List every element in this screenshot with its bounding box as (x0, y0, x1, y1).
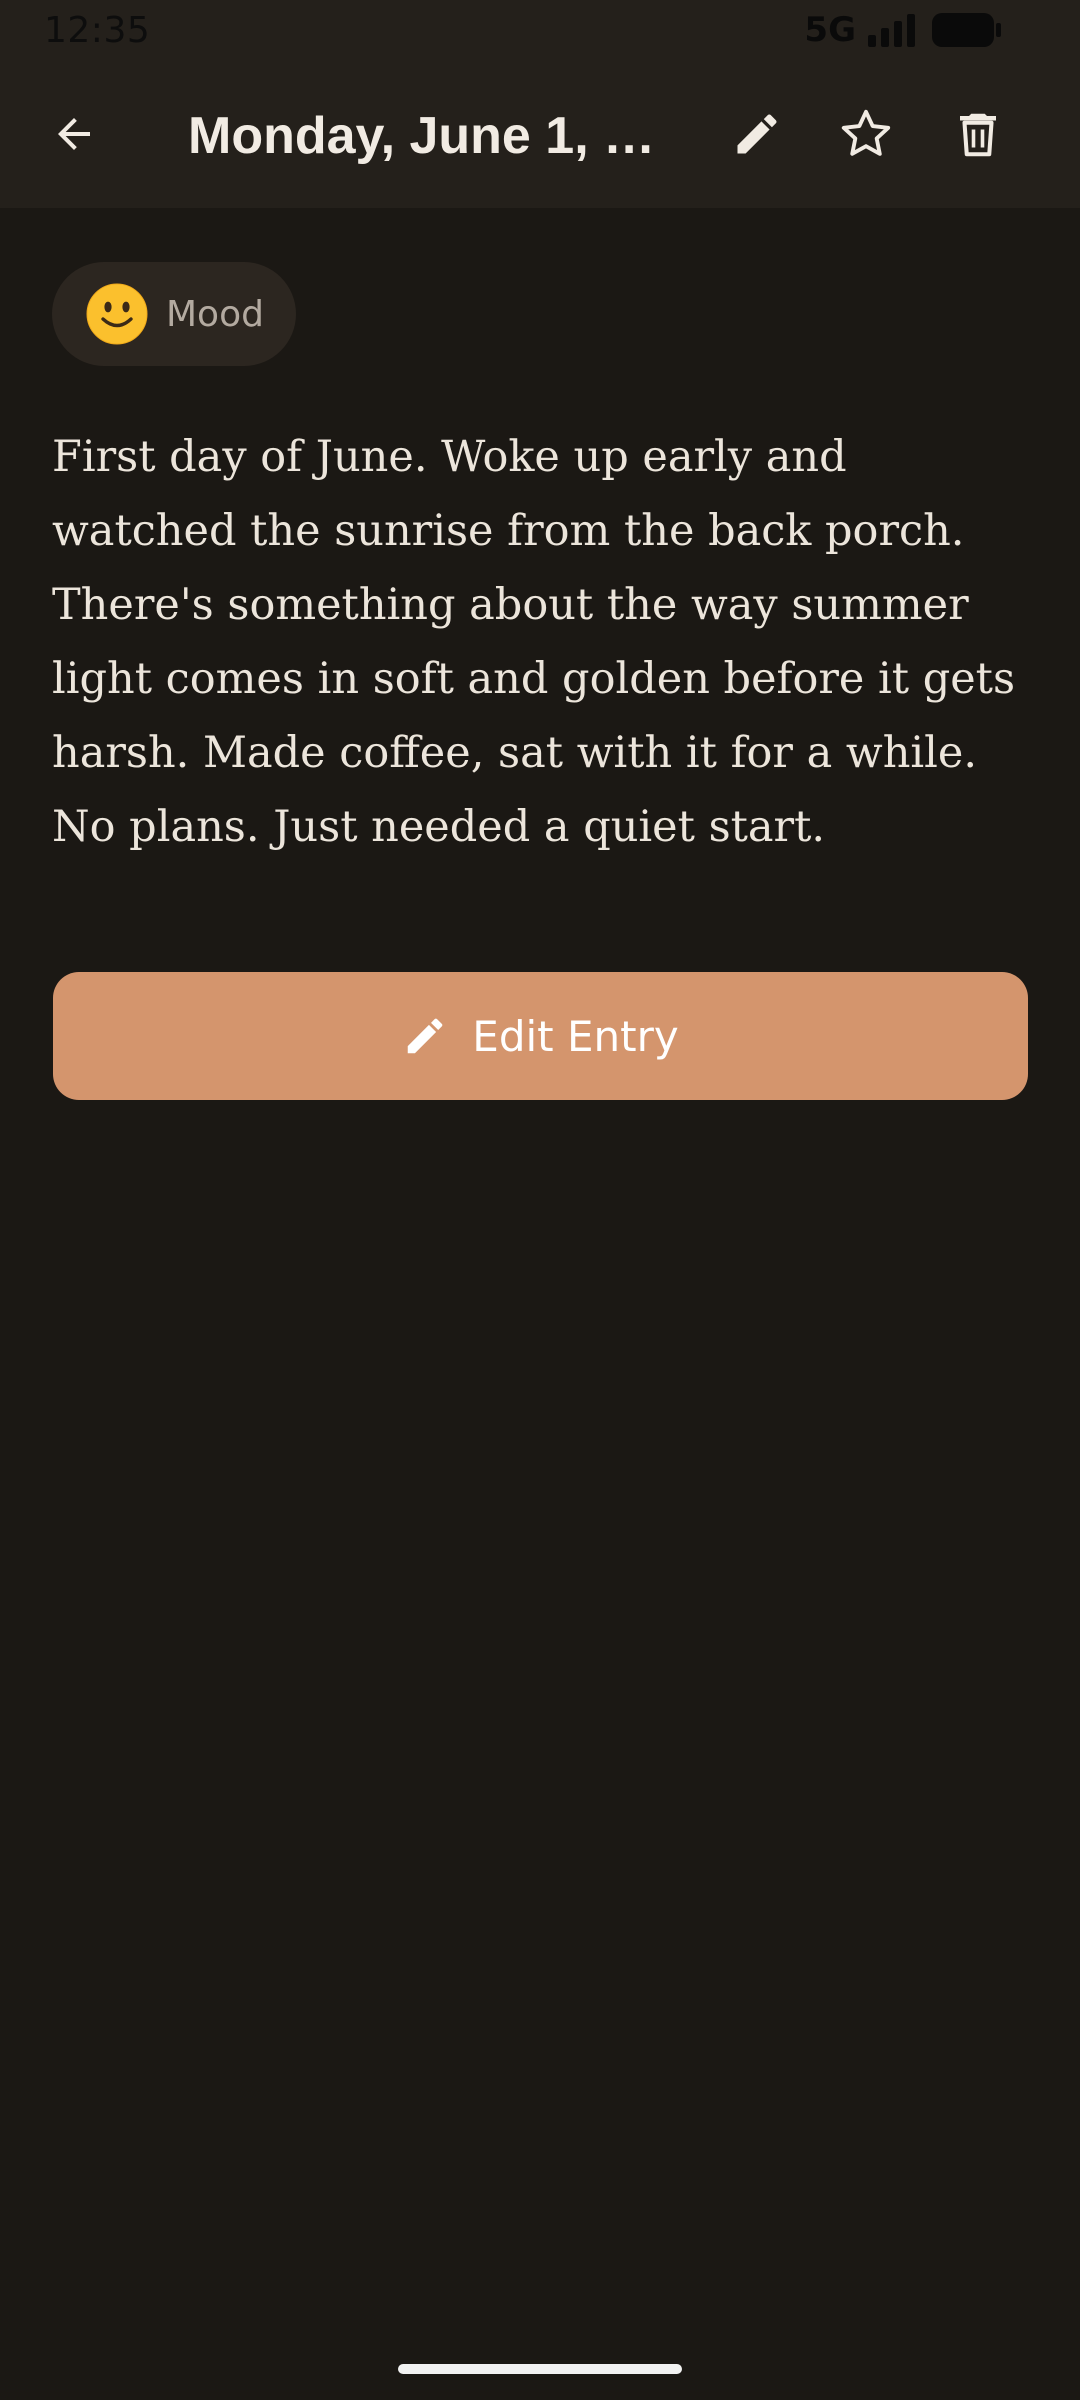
gesture-navigation-handle[interactable] (398, 2364, 682, 2374)
trash-icon (960, 113, 996, 157)
arrow-back-icon (58, 118, 90, 150)
page-title: Monday, June 1, 2… (188, 107, 670, 165)
signal-bars-icon (868, 14, 915, 47)
edit-entry-button[interactable]: Edit Entry (53, 972, 1028, 1100)
battery-icon (932, 13, 1001, 47)
favorite-button[interactable] (818, 86, 914, 182)
edit-icon-button[interactable] (709, 86, 805, 182)
pencil-icon (737, 114, 777, 154)
back-button[interactable] (26, 86, 122, 182)
edit-entry-label: Edit Entry (472, 1011, 679, 1061)
delete-button[interactable] (930, 86, 1026, 182)
star-outline-icon (841, 109, 891, 156)
status-time: 12:35 (44, 10, 151, 51)
journal-entry-screen: 12:35 5G Monday, June 1, 2… Mood First d… (0, 0, 1080, 2400)
mood-chip[interactable]: Mood (52, 262, 296, 366)
pencil-icon (408, 1018, 443, 1054)
status-indicators: 5G (804, 10, 1002, 50)
top-app-bar: Monday, June 1, 2… (0, 60, 1080, 208)
mood-label: Mood (166, 293, 264, 335)
slightly-smiling-face-icon (86, 283, 148, 345)
network-type: 5G (804, 10, 856, 50)
entry-text: First day of June. Woke up early and wat… (52, 432, 1016, 852)
status-bar: 12:35 5G (0, 0, 1080, 60)
